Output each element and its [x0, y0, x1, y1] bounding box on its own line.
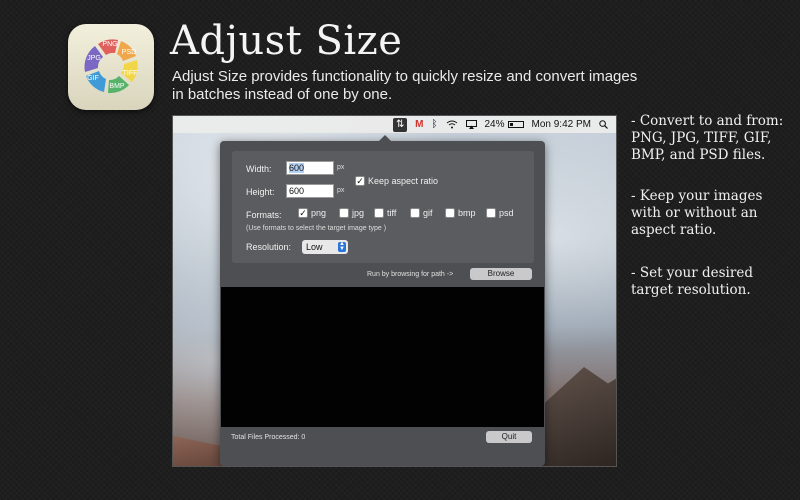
browse-hint: Run by browsing for path -> — [367, 271, 454, 278]
format-checkbox-tiff[interactable]: tiff — [374, 208, 396, 218]
png-check-icon: ✓ — [298, 208, 308, 218]
menu-bar: ⇅ M ᛒ 24% Mon 9:42 PM — [173, 116, 616, 133]
width-value: 600 — [289, 163, 305, 173]
red-m-icon[interactable]: M — [415, 119, 423, 130]
width-label: Width: — [246, 164, 272, 174]
format-checkbox-jpg[interactable]: jpg — [339, 208, 364, 218]
app-title: Adjust Size — [170, 18, 403, 64]
keep-aspect-check-icon: ✓ — [355, 176, 365, 186]
tiff-checkbox-box — [374, 208, 384, 218]
battery-icon — [507, 121, 524, 128]
format-label-bmp: bmp — [458, 208, 476, 218]
feature-resolution: - Set your desired target resolution. — [631, 265, 753, 298]
output-log-area[interactable] — [221, 287, 544, 427]
format-label-tiff: tiff — [387, 208, 397, 218]
width-unit: px — [337, 164, 345, 171]
battery-percent: 24% — [484, 119, 505, 130]
psd-checkbox-box — [486, 208, 496, 218]
format-checkbox-bmp[interactable]: bmp — [445, 208, 476, 218]
icon-label-gif: GIF — [87, 75, 99, 82]
app-description: Adjust Size provides functionality to qu… — [172, 68, 638, 103]
airplay-icon[interactable] — [465, 120, 477, 129]
format-label-gif: gif — [423, 208, 433, 218]
browse-button[interactable]: Browse — [470, 268, 532, 280]
height-label: Height: — [246, 187, 275, 197]
adjust-size-menubar-icon[interactable]: ⇅ — [393, 117, 408, 132]
formats-label: Formats: — [246, 210, 282, 220]
app-icon: PNG PSD TIFF BMP GIF JPG — [68, 24, 154, 110]
settings-group: Width: 600 px Height: 600 px ✓ Keep aspe… — [232, 151, 534, 263]
width-field[interactable]: 600 — [286, 161, 334, 175]
formats-hint: (Use formats to select the target image … — [246, 225, 387, 232]
format-label-png: png — [311, 208, 327, 218]
height-unit: px — [337, 187, 345, 194]
format-checkbox-gif[interactable]: gif — [410, 208, 433, 218]
format-checkbox-png[interactable]: ✓ png — [298, 208, 326, 218]
format-wheel-icon: PNG PSD TIFF BMP GIF JPG — [84, 39, 138, 94]
gif-checkbox-box — [410, 208, 420, 218]
icon-label-psd: PSD — [122, 49, 136, 56]
desktop-screenshot: ⇅ M ᛒ 24% Mon 9:42 PM Width: 600 px Heig… — [172, 115, 617, 467]
bmp-checkbox-box — [445, 208, 455, 218]
menubar-clock[interactable]: Mon 9:42 PM — [532, 119, 591, 130]
quit-button[interactable]: Quit — [486, 431, 532, 443]
resolution-label: Resolution: — [246, 242, 292, 252]
icon-label-jpg: JPG — [87, 55, 101, 62]
feature-convert: - Convert to and from: PNG, JPG, TIFF, G… — [631, 113, 784, 163]
icon-label-tiff: TIFF — [123, 70, 138, 77]
battery-indicator[interactable]: 24% — [485, 119, 524, 130]
icon-label-png: PNG — [102, 41, 117, 48]
height-field[interactable]: 600 — [286, 184, 334, 198]
adjust-size-popover: Width: 600 px Height: 600 px ✓ Keep aspe… — [220, 135, 545, 466]
bluetooth-icon[interactable]: ᛒ — [432, 119, 438, 130]
format-label-jpg: jpg — [352, 208, 365, 218]
wifi-icon[interactable] — [446, 120, 458, 129]
resolution-select[interactable]: Low ▲ ▼ — [302, 240, 348, 254]
files-processed-count: Total Files Processed: 0 — [231, 434, 306, 441]
format-label-psd: psd — [499, 208, 514, 218]
feature-list: - Convert to and from: PNG, JPG, TIFF, G… — [631, 113, 796, 323]
select-chevrons-icon: ▲ ▼ — [338, 241, 346, 252]
jpg-checkbox-box — [339, 208, 349, 218]
keep-aspect-label: Keep aspect ratio — [368, 176, 439, 186]
icon-label-bmp: BMP — [109, 83, 125, 90]
spotlight-search-icon[interactable] — [599, 120, 608, 129]
format-checkbox-psd[interactable]: psd — [486, 208, 514, 218]
resolution-value: Low — [306, 242, 323, 252]
keep-aspect-checkbox[interactable]: ✓ Keep aspect ratio — [355, 176, 438, 186]
feature-aspect-ratio: - Keep your images with or without an as… — [631, 188, 763, 238]
height-value: 600 — [289, 186, 305, 196]
